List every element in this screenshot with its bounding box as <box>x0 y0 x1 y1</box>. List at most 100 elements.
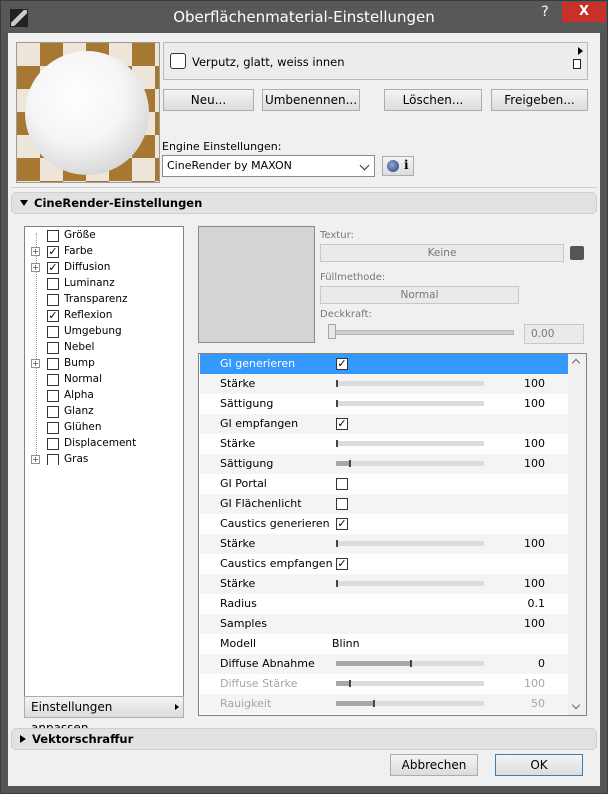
gi-row[interactable]: Diffuse Stärke 100 <box>200 674 569 694</box>
channel-checkbox[interactable] <box>47 278 59 290</box>
new-button[interactable]: Neu... <box>163 89 254 111</box>
gi-slider[interactable] <box>336 660 484 667</box>
gi-row[interactable]: Rauigkeit 50 <box>200 694 569 714</box>
gi-slider-knob[interactable] <box>336 400 338 407</box>
gi-row[interactable]: GI Flächenlicht <box>200 494 569 514</box>
channel-checkbox[interactable]: ✓ <box>47 246 59 258</box>
gi-checkbox[interactable]: ✓ <box>336 518 348 530</box>
scroll-up-icon[interactable] <box>571 358 581 368</box>
material-name-panel[interactable]: Verputz, glatt, weiss innen <box>163 42 588 80</box>
gi-row[interactable]: Diffuse Abnahme 0 <box>200 654 569 674</box>
expand-arrow-icon[interactable] <box>578 47 583 55</box>
gi-slider[interactable] <box>336 680 484 687</box>
gi-row[interactable]: Stärke 100 <box>200 374 569 394</box>
gi-row-value[interactable]: 100 <box>524 614 545 634</box>
gi-slider[interactable] <box>336 540 484 547</box>
gi-row-value[interactable]: 100 <box>524 574 545 594</box>
texture-field[interactable]: Keine <box>320 244 564 262</box>
gi-row-value[interactable]: 100 <box>524 454 545 474</box>
gi-checkbox[interactable] <box>336 498 348 510</box>
channel-checkbox[interactable] <box>47 294 59 306</box>
channel-checkbox[interactable] <box>47 374 59 386</box>
engine-options-button[interactable]: i <box>382 156 414 176</box>
channel-checkbox[interactable] <box>47 390 59 402</box>
channel-checkbox[interactable] <box>47 342 59 354</box>
gi-row[interactable]: GI Portal <box>200 474 569 494</box>
gi-slider[interactable] <box>336 580 484 587</box>
title-bar[interactable]: Oberflächenmaterial-Einstellungen ? X <box>1 1 607 33</box>
gi-row[interactable]: GI generieren ✓ <box>200 354 569 374</box>
gi-slider-knob[interactable] <box>349 680 352 687</box>
gi-row-value[interactable]: 50 <box>531 694 545 714</box>
gi-slider[interactable] <box>336 700 484 707</box>
gi-slider-knob[interactable] <box>336 380 338 387</box>
gi-row[interactable]: Radius 0.1 <box>200 594 569 614</box>
gi-row[interactable]: Stärke 100 <box>200 434 569 454</box>
scroll-down-icon[interactable] <box>571 700 581 710</box>
gi-row[interactable]: Sättigung 100 <box>200 454 569 474</box>
channel-item[interactable]: Glühen <box>25 420 183 436</box>
channel-item[interactable]: ✓ Reflexion <box>25 308 183 324</box>
gi-row[interactable]: GI empfangen ✓ <box>200 414 569 434</box>
gi-row[interactable]: Stärke 100 <box>200 534 569 554</box>
share-button[interactable]: Freigeben... <box>491 89 588 111</box>
channel-checkbox[interactable]: ✓ <box>47 310 59 322</box>
gi-row-value[interactable]: 100 <box>524 434 545 454</box>
gi-slider-knob[interactable] <box>410 660 412 667</box>
tree-expander-icon[interactable]: + <box>31 359 40 368</box>
material-color-swatch[interactable] <box>170 53 186 69</box>
channel-tree[interactable]: Größe + ✓ Farbe + ✓ Diffusion Luminanz Transpare… <box>24 226 184 701</box>
gi-slider-knob[interactable] <box>336 580 338 587</box>
gi-property-list[interactable]: GI generieren ✓ Stärke 100 Sättigung 100 GI em… <box>198 353 587 716</box>
gi-row[interactable]: Stärke 100 <box>200 574 569 594</box>
channel-item[interactable]: Nebel <box>25 340 183 356</box>
opacity-slider-track[interactable] <box>330 330 514 335</box>
channel-checkbox[interactable] <box>47 326 59 338</box>
gi-row[interactable]: Sättigung 100 <box>200 394 569 414</box>
gi-checkbox[interactable] <box>336 478 348 490</box>
gi-slider-knob[interactable] <box>336 540 338 547</box>
scrollbar[interactable] <box>568 354 586 715</box>
gi-row-value[interactable]: 100 <box>524 534 545 554</box>
fill-method-field[interactable]: Normal <box>320 286 519 304</box>
tree-expander-icon[interactable]: + <box>31 455 40 464</box>
customize-settings-button[interactable]: Einstellungen anpassen... <box>24 696 184 735</box>
gi-slider[interactable] <box>336 440 484 447</box>
help-button[interactable]: ? <box>529 1 561 23</box>
gi-row-value[interactable]: 100 <box>524 674 545 694</box>
channel-item[interactable]: Umgebung <box>25 324 183 340</box>
document-icon[interactable] <box>573 59 581 69</box>
gi-checkbox[interactable]: ✓ <box>336 558 348 570</box>
gi-row[interactable]: Caustics generieren ✓ <box>200 514 569 534</box>
gi-row[interactable]: Caustics empfangen ✓ <box>200 554 569 574</box>
channel-item[interactable]: + Bump <box>25 356 183 372</box>
rename-button[interactable]: Umbenennen... <box>262 89 360 111</box>
gi-slider[interactable] <box>336 460 484 467</box>
gi-row[interactable]: Modell Blinn <box>200 634 569 654</box>
channel-checkbox[interactable] <box>47 438 59 450</box>
channel-item[interactable]: Glanz <box>25 404 183 420</box>
gi-slider[interactable] <box>336 380 484 387</box>
gi-checkbox[interactable]: ✓ <box>336 358 348 370</box>
channel-checkbox[interactable]: ✓ <box>47 262 59 274</box>
channel-checkbox[interactable] <box>47 230 59 242</box>
ok-button[interactable]: OK <box>495 754 583 776</box>
gi-row-value[interactable]: 100 <box>524 374 545 394</box>
gi-row-value[interactable]: Blinn <box>332 634 360 654</box>
channel-checkbox[interactable] <box>47 406 59 418</box>
gi-slider-knob[interactable] <box>373 700 375 707</box>
tree-expander-icon[interactable]: + <box>31 263 40 272</box>
section-vector-hatching[interactable]: Vektorschraffur <box>11 728 597 750</box>
channel-item[interactable]: Normal <box>25 372 183 388</box>
channel-item[interactable]: Displacement <box>25 436 183 452</box>
gi-slider-knob[interactable] <box>349 460 352 467</box>
channel-checkbox[interactable] <box>47 422 59 434</box>
channel-item[interactable]: + ✓ Diffusion <box>25 260 183 276</box>
close-button[interactable]: X <box>562 2 606 22</box>
opacity-slider-handle[interactable] <box>328 324 336 339</box>
gi-row[interactable]: Samples 100 <box>200 614 569 634</box>
section-cinerender[interactable]: CineRender-Einstellungen <box>11 192 597 214</box>
channel-item[interactable]: Größe <box>25 228 183 244</box>
cancel-button[interactable]: Abbrechen <box>390 754 478 776</box>
tree-expander-icon[interactable]: + <box>31 247 40 256</box>
